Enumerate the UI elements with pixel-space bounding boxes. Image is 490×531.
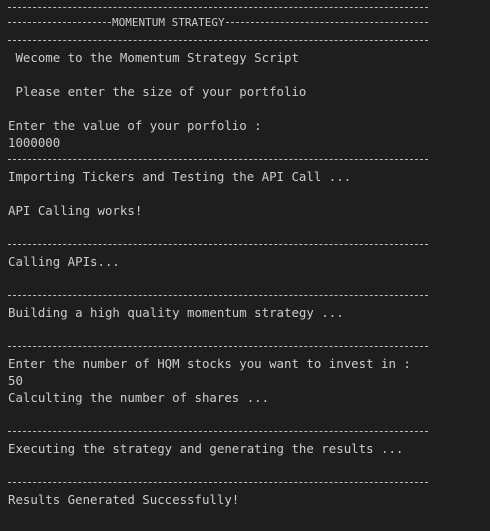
api-works-status: API Calling works! — [8, 203, 143, 218]
portfolio-value-label: Enter the value of your porfolio : — [8, 118, 262, 133]
separator-line — [8, 482, 428, 483]
results-status: Results Generated Successfully! — [8, 492, 240, 507]
separator-dash — [8, 22, 111, 23]
executing-status: Executing the strategy and generating th… — [8, 441, 404, 456]
terminal-output[interactable]: MOMENTUM STRATEGY Wecome to the Momentum… — [0, 0, 490, 531]
separator-dash — [225, 22, 428, 23]
separator-line — [8, 40, 428, 41]
portfolio-value-input[interactable]: 1000000 — [8, 134, 60, 151]
script-title: MOMENTUM STRATEGY — [112, 16, 225, 29]
building-status: Building a high quality momentum strateg… — [8, 305, 344, 320]
hqm-count-input[interactable]: 50 — [8, 372, 23, 389]
separator-line — [8, 7, 428, 8]
separator-line — [8, 346, 428, 347]
separator-line — [8, 431, 428, 432]
separator-line — [8, 159, 428, 160]
importing-status: Importing Tickers and Testing the API Ca… — [8, 169, 352, 184]
title-row: MOMENTUM STRATEGY — [8, 14, 428, 31]
separator-line — [8, 244, 428, 245]
hqm-count-label: Enter the number of HQM stocks you want … — [8, 356, 411, 371]
portfolio-size-prompt: Please enter the size of your portfolio — [8, 84, 307, 99]
separator-line — [8, 295, 428, 296]
welcome-text: Wecome to the Momentum Strategy Script — [8, 50, 299, 65]
calculating-status: Calculting the number of shares ... — [8, 390, 270, 405]
calling-apis-status: Calling APIs... — [8, 254, 120, 269]
